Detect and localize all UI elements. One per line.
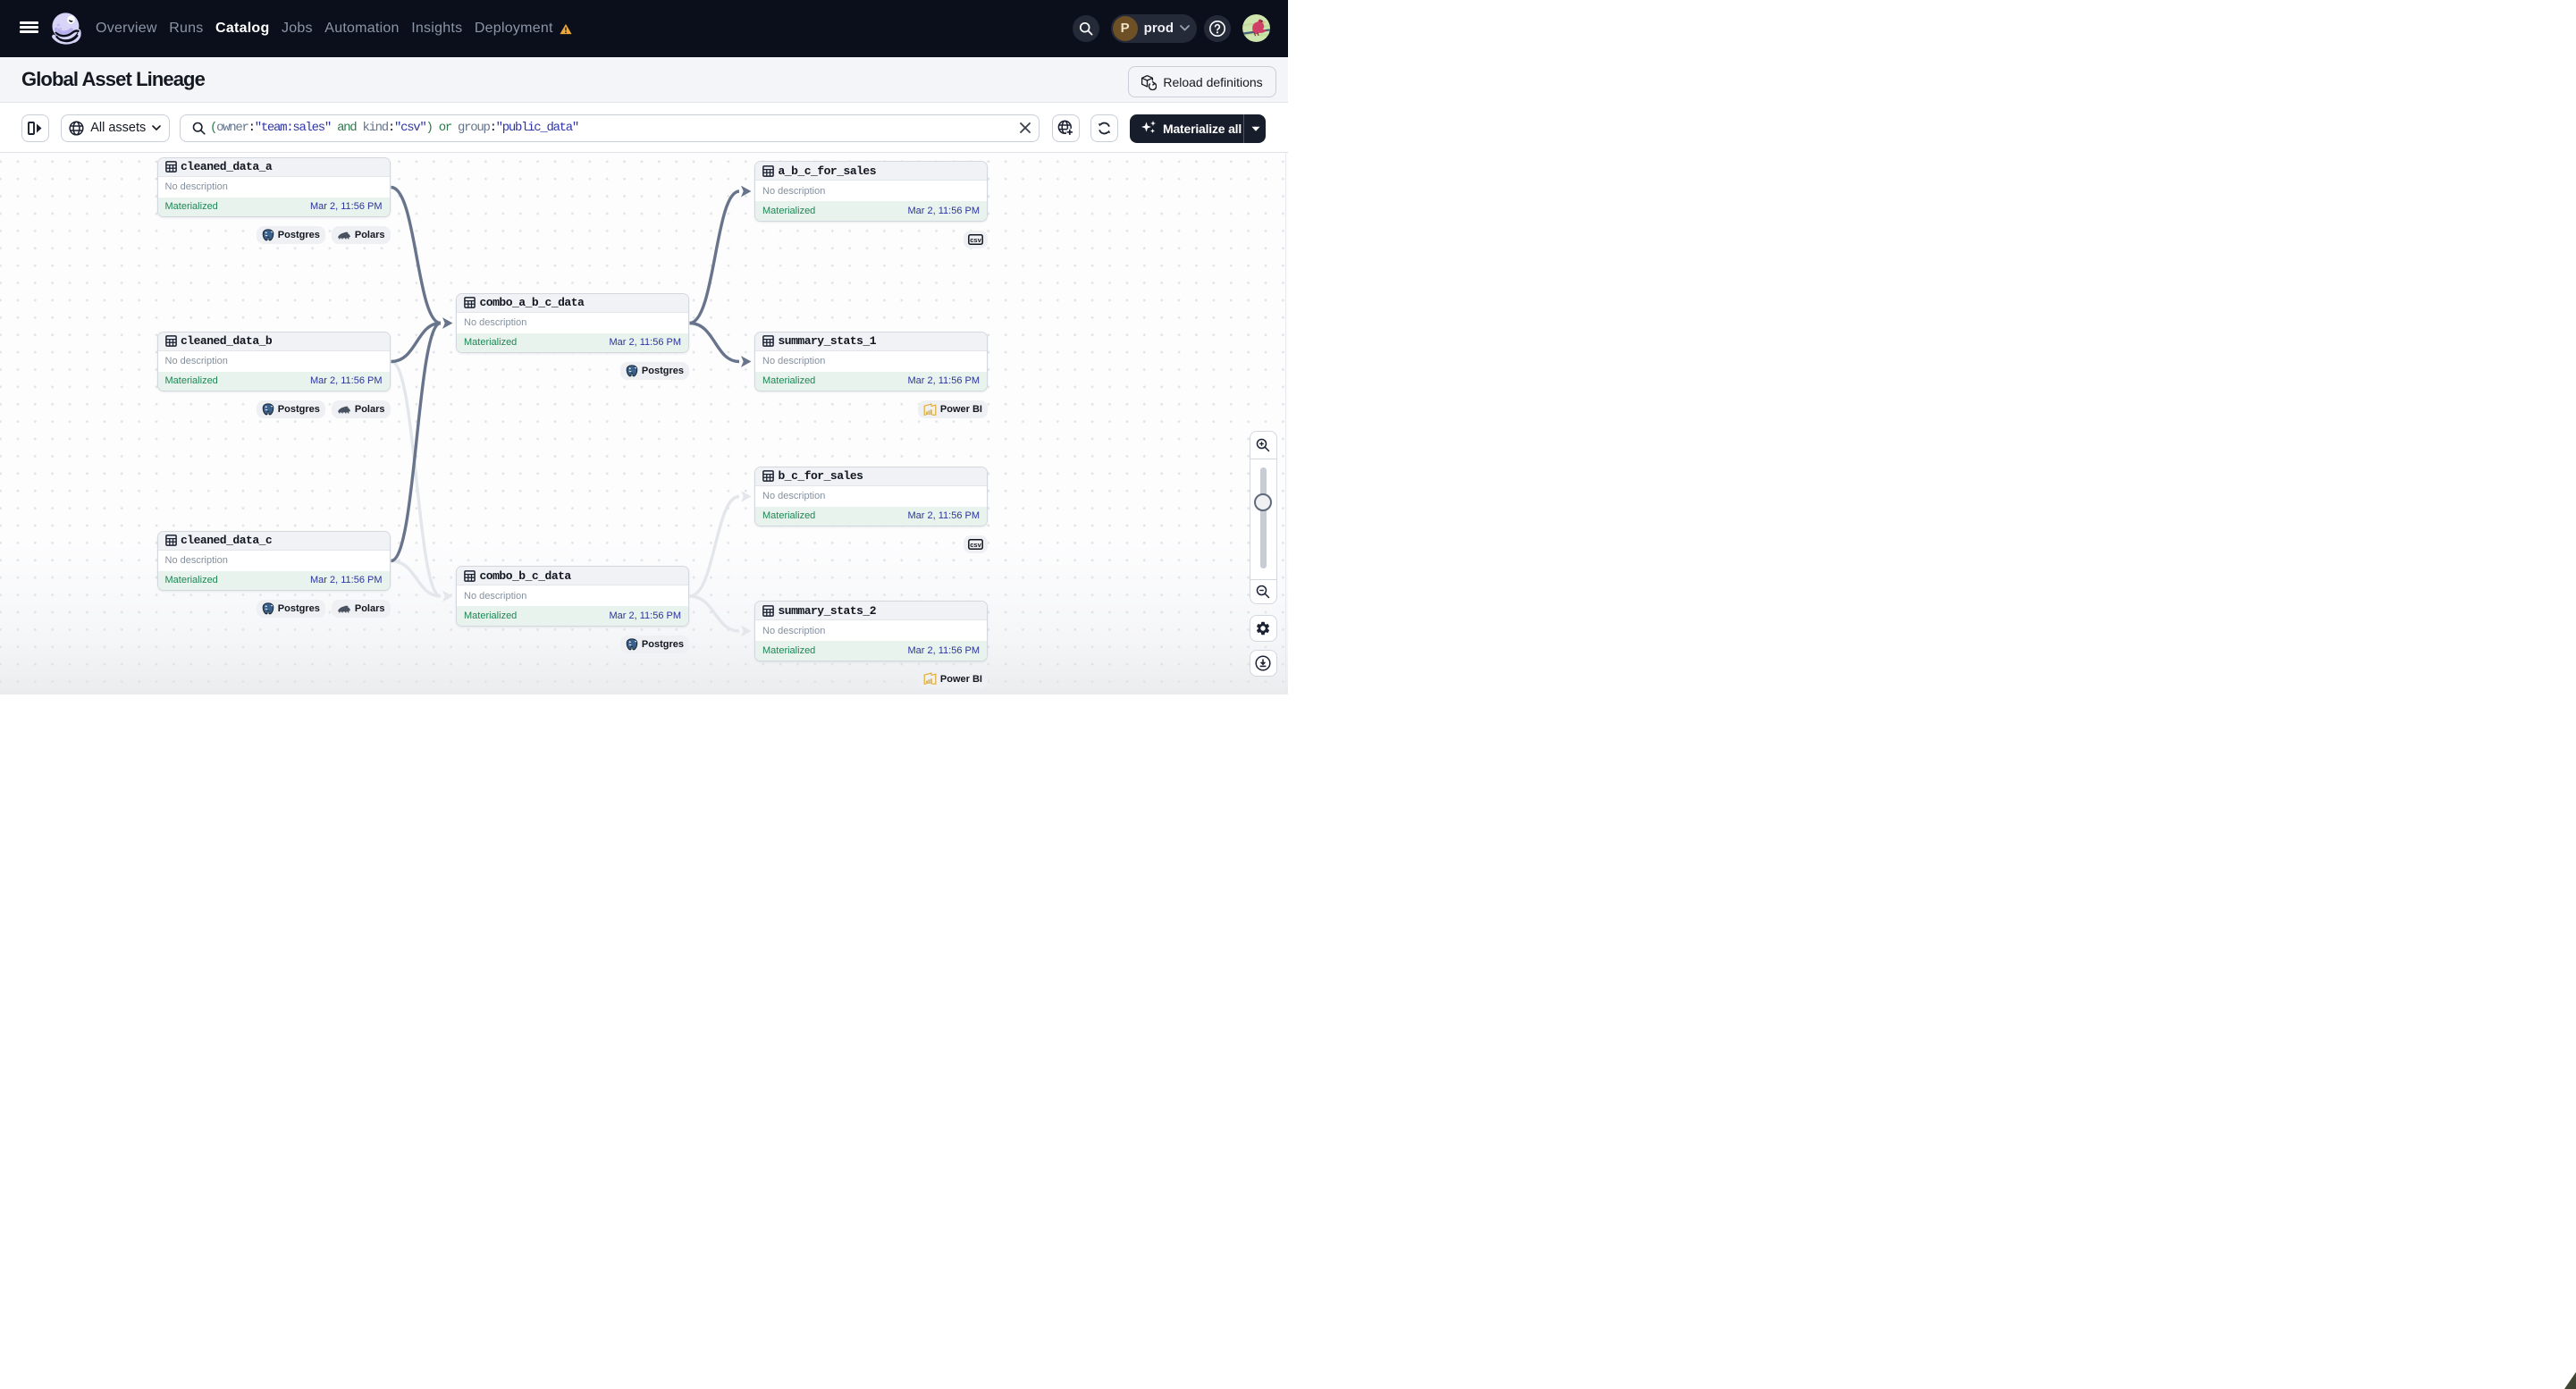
svg-text:csv: csv bbox=[970, 541, 981, 549]
svg-text:csv: csv bbox=[970, 236, 981, 244]
